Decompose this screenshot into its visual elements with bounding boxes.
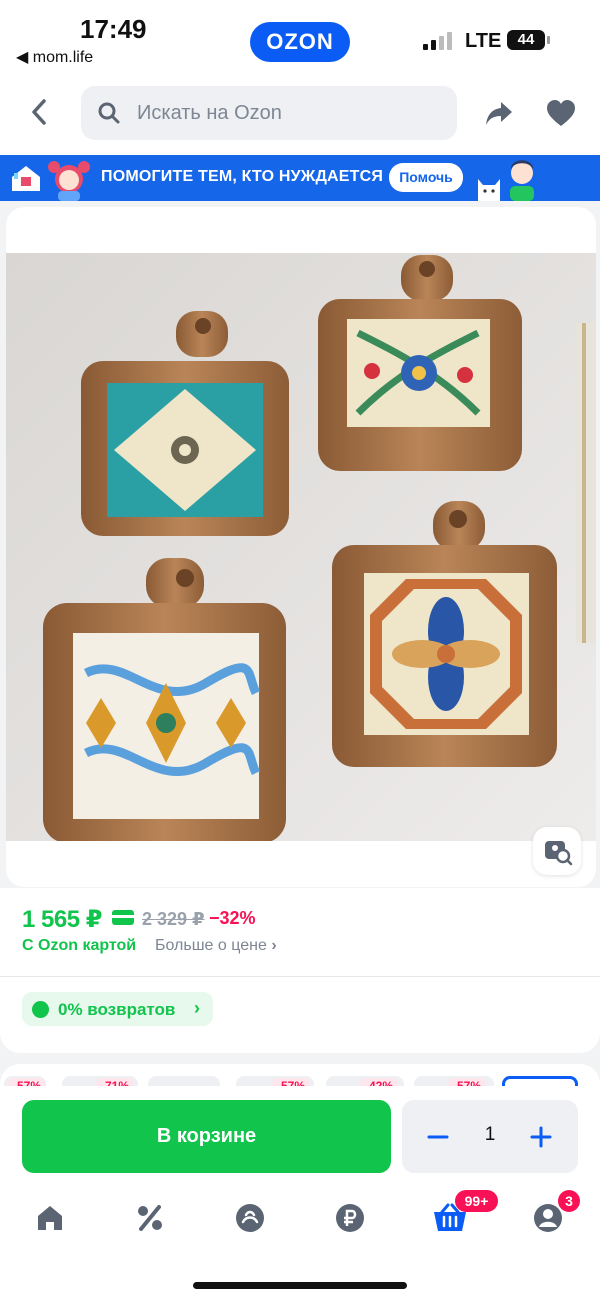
help-button[interactable]: Помочь xyxy=(389,163,463,192)
back-to-app-link[interactable]: ◀ mom.life xyxy=(16,47,93,67)
share-icon[interactable] xyxy=(484,98,514,128)
chevron-right-icon: › xyxy=(194,998,200,1018)
quantity-stepper: 1 xyxy=(402,1100,578,1173)
cat-illustration-icon xyxy=(478,179,500,201)
minus-icon[interactable] xyxy=(427,1126,449,1148)
chevron-right-icon: › xyxy=(271,937,277,954)
top-header: Искать на Ozon xyxy=(0,80,600,156)
percent-icon[interactable] xyxy=(134,1202,166,1234)
banner-text: ПОМОГИТЕ ТЕМ, КТО НУЖДАЕТСЯ xyxy=(101,168,384,185)
search-input[interactable]: Искать на Ozon xyxy=(81,86,457,140)
signal-icon xyxy=(423,30,453,50)
returns-label: 0% возвратов xyxy=(58,1000,176,1019)
plus-icon[interactable] xyxy=(530,1126,552,1148)
chevron-left-icon xyxy=(32,99,46,125)
ozon-card-label: С Ozon картой xyxy=(22,937,137,954)
price-block: 1 565 ₽ 2 329 ₽ −32% С Ozon картой Больш… xyxy=(0,888,600,1053)
image-search-button[interactable] xyxy=(533,827,581,875)
status-bar: 17:49 ◀ mom.life OZON LTE 44 xyxy=(0,0,600,80)
profile-badge: 3 xyxy=(558,1190,580,1212)
ruble-icon[interactable] xyxy=(334,1202,366,1234)
quantity-value: 1 xyxy=(484,1124,496,1145)
cart-bar: В корзине 1 xyxy=(0,1086,600,1182)
network-label: LTE xyxy=(465,30,502,52)
boy-illustration-icon xyxy=(510,160,534,201)
back-button[interactable] xyxy=(22,94,58,130)
more-price-label: Больше о цене xyxy=(155,937,267,954)
status-time: 17:49 xyxy=(80,14,147,44)
battery-icon: 44 xyxy=(507,30,550,50)
search-icon xyxy=(98,102,120,124)
heart-icon[interactable] xyxy=(546,99,576,127)
current-price: 1 565 ₽ xyxy=(22,906,102,933)
tab-bar: 99+ 3 xyxy=(0,1182,600,1300)
divider xyxy=(0,976,600,977)
ozon-card-icon xyxy=(112,910,134,925)
discount-badge: −32% xyxy=(209,908,256,928)
ozon-logo: OZON xyxy=(250,22,350,62)
more-about-price-link[interactable]: Больше о цене › xyxy=(155,937,277,955)
product-photo[interactable] xyxy=(6,253,596,841)
cart-badge: 99+ xyxy=(455,1190,498,1212)
returns-icon xyxy=(32,1001,49,1018)
old-price: 2 329 ₽ xyxy=(142,909,205,929)
returns-chip[interactable]: 0% возвратов › xyxy=(22,992,213,1026)
brand-icon[interactable] xyxy=(234,1202,266,1234)
home-indicator xyxy=(193,1282,407,1289)
charity-banner[interactable]: ПОМОГИТЕ ТЕМ, КТО НУЖДАЕТСЯ Помочь xyxy=(0,155,600,201)
house-illustration-icon xyxy=(12,166,40,191)
in-cart-button[interactable]: В корзине xyxy=(22,1100,391,1173)
search-placeholder: Искать на Ozon xyxy=(137,102,282,124)
girl-illustration-icon xyxy=(48,161,90,201)
product-card xyxy=(6,207,596,887)
home-icon[interactable] xyxy=(34,1202,66,1234)
image-search-icon xyxy=(545,841,573,866)
